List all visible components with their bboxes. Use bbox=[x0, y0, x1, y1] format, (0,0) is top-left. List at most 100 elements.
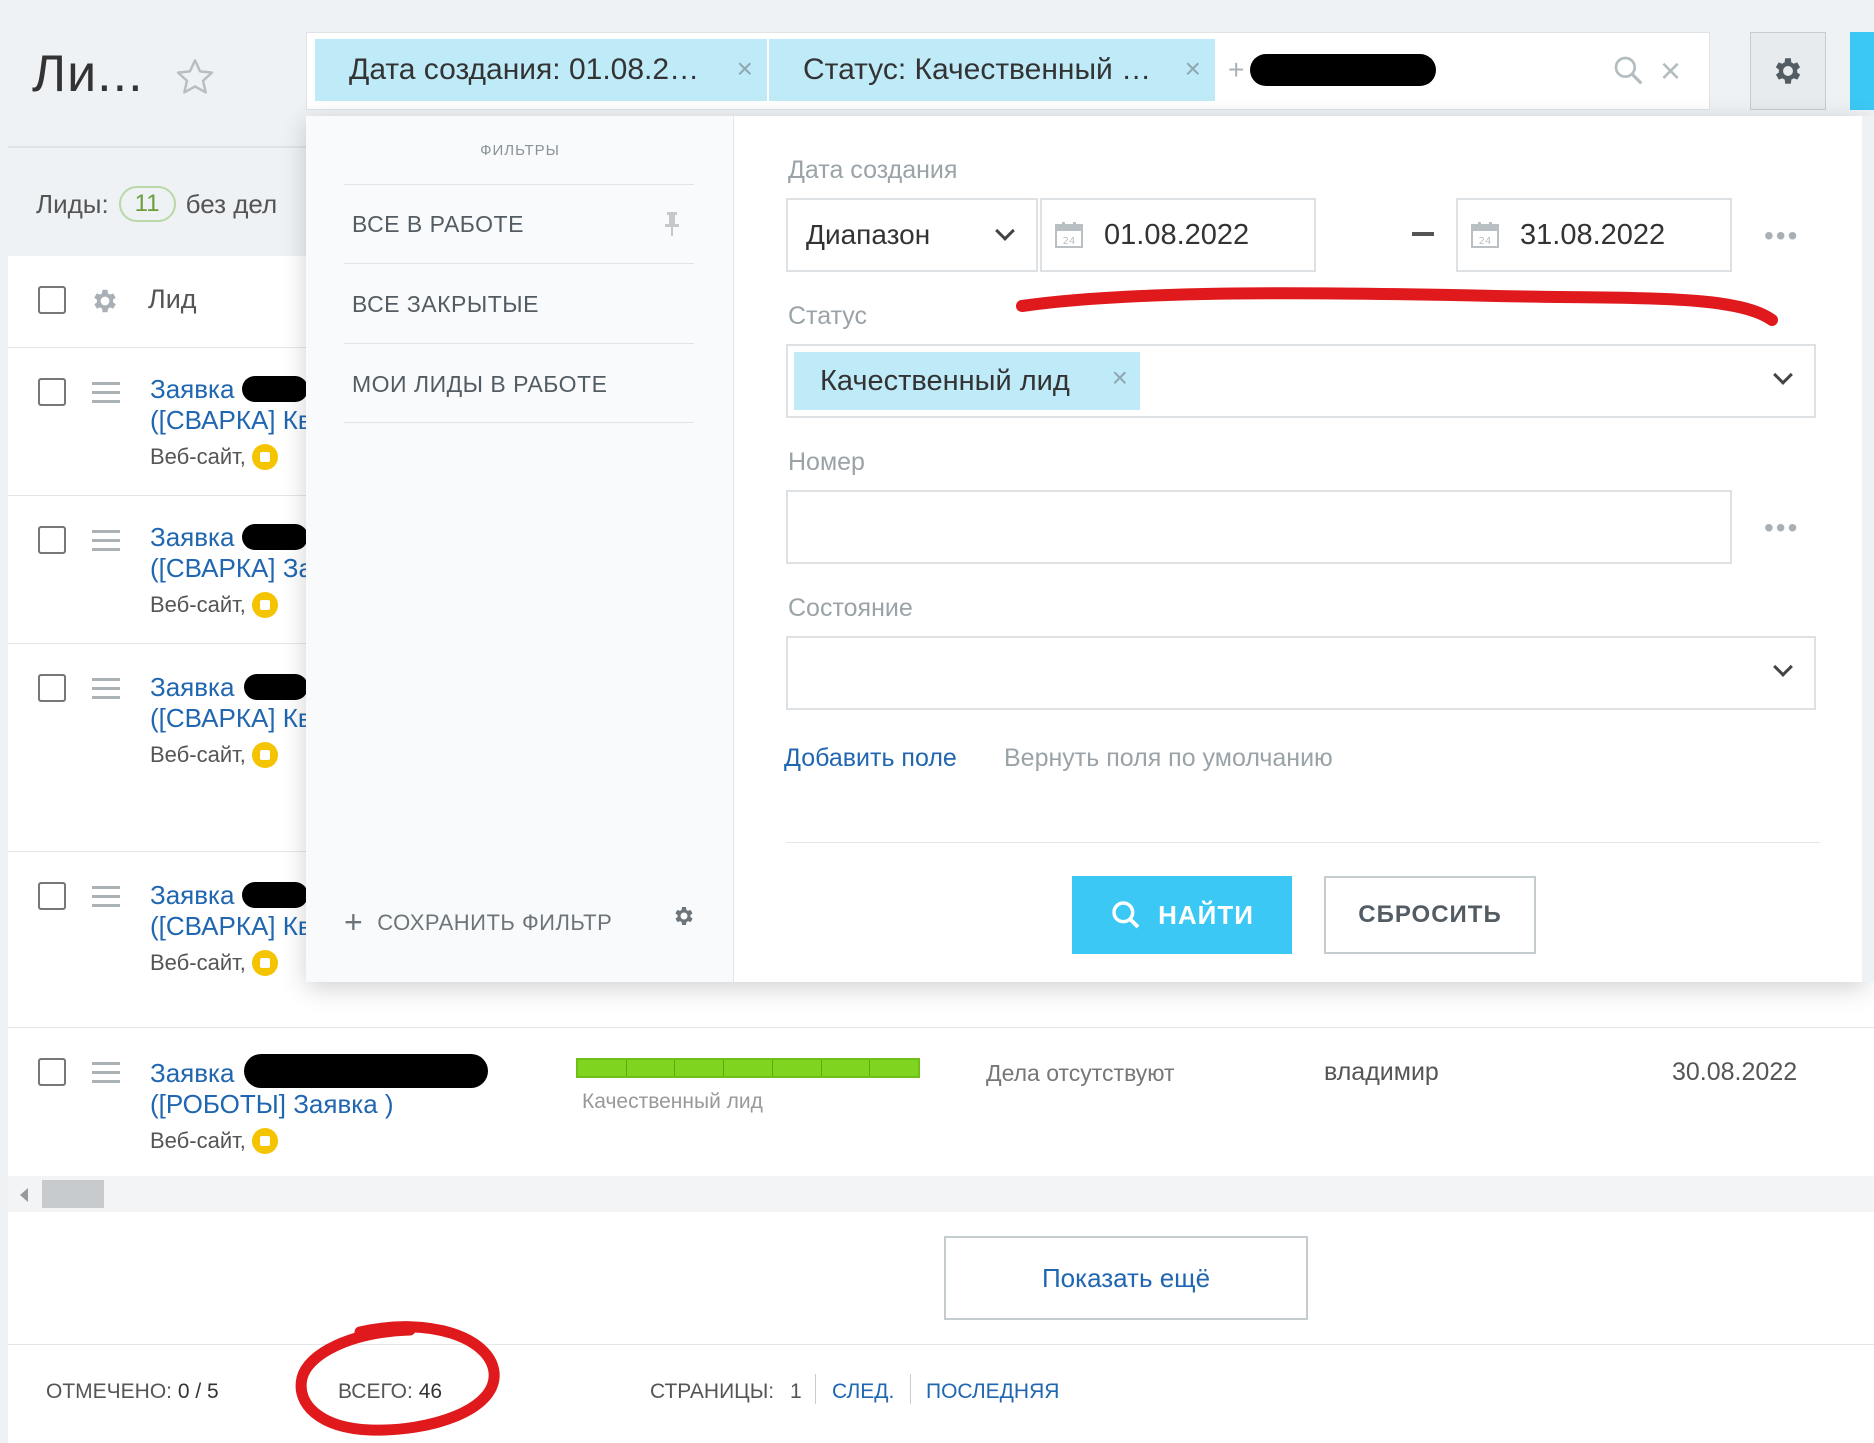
save-filter-button[interactable]: + СОХРАНИТЬ ФИЛЬТР bbox=[344, 904, 612, 941]
more-options-icon[interactable]: ••• bbox=[1764, 512, 1799, 544]
redacted-mark bbox=[244, 674, 308, 700]
row-checkbox[interactable] bbox=[38, 674, 66, 702]
scroll-left-icon[interactable] bbox=[20, 1188, 28, 1202]
pager-separator bbox=[815, 1374, 816, 1404]
calendar-icon[interactable]: 24 bbox=[1470, 221, 1500, 249]
state-select[interactable] bbox=[786, 636, 1816, 710]
add-button-edge[interactable] bbox=[1850, 32, 1874, 110]
state-label: Состояние bbox=[788, 594, 913, 622]
selected-label: ОТМЕЧЕНО: bbox=[46, 1380, 172, 1403]
filter-chip-status[interactable]: Статус: Качественный … × bbox=[769, 39, 1215, 101]
date-from-input[interactable]: 24 01.08.2022 bbox=[1040, 198, 1316, 272]
preset-all-closed[interactable]: ВСЕ ЗАКРЫТЫЕ bbox=[352, 291, 539, 318]
filter-search-bar[interactable]: Дата создания: 01.08.2… × Статус: Качест… bbox=[306, 32, 1710, 110]
calendar-icon[interactable]: 24 bbox=[1054, 221, 1084, 249]
lead-source: Веб-сайт, bbox=[150, 950, 278, 976]
lead-title-line2[interactable]: ([СВАРКА] За bbox=[150, 553, 313, 584]
remove-status-icon[interactable]: × bbox=[1112, 362, 1128, 394]
row-checkbox[interactable] bbox=[38, 526, 66, 554]
date-from-value: 01.08.2022 bbox=[1104, 218, 1250, 251]
leads-summary-label: Лиды: bbox=[36, 188, 109, 219]
filter-chip-date[interactable]: Дата создания: 01.08.2… × bbox=[315, 39, 767, 101]
lead-title-line2[interactable]: ([СВАРКА] Кв bbox=[150, 703, 312, 734]
deals-status[interactable]: Дела отсутствуют bbox=[986, 1060, 1175, 1087]
stage-progress-bar[interactable] bbox=[576, 1058, 920, 1078]
filter-presets-panel bbox=[306, 116, 734, 982]
drag-handle-icon[interactable] bbox=[92, 678, 120, 705]
status-chip-label: Качественный лид bbox=[820, 364, 1070, 397]
leads-summary-suffix[interactable]: без дел bbox=[186, 189, 278, 220]
drag-handle-icon[interactable] bbox=[92, 382, 120, 409]
source-badge-icon bbox=[251, 950, 278, 976]
show-more-button[interactable]: Показать ещё bbox=[944, 1236, 1308, 1320]
column-header-lead[interactable]: Лид bbox=[148, 284, 197, 315]
lead-source-label: Веб-сайт, bbox=[150, 950, 246, 975]
preset-all-in-progress[interactable]: ВСЕ В РАБОТЕ bbox=[352, 211, 524, 238]
settings-button[interactable] bbox=[1750, 32, 1826, 110]
find-button[interactable]: НАЙТИ bbox=[1072, 876, 1292, 954]
selected-value: 0 / 5 bbox=[177, 1380, 219, 1403]
range-dash bbox=[1412, 232, 1434, 236]
last-page-link[interactable]: ПОСЛЕДНЯЯ bbox=[926, 1380, 1059, 1404]
lead-source: Веб-сайт, bbox=[150, 444, 278, 470]
reset-button[interactable]: СБРОСИТЬ bbox=[1324, 876, 1536, 954]
leads-summary: Лиды: 11 без дел bbox=[36, 186, 277, 222]
row-checkbox[interactable] bbox=[38, 378, 66, 406]
select-all-checkbox[interactable] bbox=[38, 286, 66, 314]
search-icon[interactable] bbox=[1612, 54, 1644, 86]
drag-handle-icon[interactable] bbox=[92, 1062, 120, 1089]
show-more-area bbox=[8, 1212, 1874, 1344]
reset-fields-link[interactable]: Вернуть поля по умолчанию bbox=[1004, 744, 1333, 773]
preset-divider bbox=[344, 422, 694, 423]
add-filter-icon[interactable]: + bbox=[1228, 54, 1244, 86]
number-input[interactable] bbox=[786, 490, 1732, 564]
status-chip[interactable]: Качественный лид × bbox=[794, 352, 1140, 410]
source-badge-icon bbox=[251, 592, 278, 618]
remove-chip-icon[interactable]: × bbox=[737, 53, 753, 85]
lead-source-label: Веб-сайт, bbox=[150, 444, 246, 469]
row-checkbox[interactable] bbox=[38, 1058, 66, 1086]
current-page: 1 bbox=[790, 1380, 802, 1403]
date-to-value: 31.08.2022 bbox=[1520, 218, 1666, 251]
date-to-input[interactable]: 24 31.08.2022 bbox=[1456, 198, 1732, 272]
lead-source-label: Веб-сайт, bbox=[150, 742, 246, 767]
responsible-user[interactable]: владимир bbox=[1324, 1058, 1439, 1087]
clear-search-icon[interactable]: × bbox=[1660, 50, 1681, 92]
source-badge-icon bbox=[251, 1128, 278, 1154]
row-checkbox[interactable] bbox=[38, 882, 66, 910]
find-button-label: НАЙТИ bbox=[1158, 899, 1254, 930]
column-settings-gear-icon[interactable] bbox=[90, 286, 120, 316]
remove-chip-icon[interactable]: × bbox=[1185, 53, 1201, 85]
preset-divider bbox=[344, 343, 694, 344]
leads-count-badge[interactable]: 11 bbox=[118, 186, 176, 222]
drag-handle-icon[interactable] bbox=[92, 886, 120, 913]
lead-title-line2[interactable]: ([РОБОТЫ] Заявка ) bbox=[150, 1089, 394, 1120]
calendar-icon-day: 24 bbox=[1479, 236, 1492, 247]
table-row[interactable]: Заявка ([РОБОТЫ] Заявка ) Веб-сайт, bbox=[8, 1028, 1874, 1176]
date-range-value: Диапазон bbox=[806, 219, 931, 250]
preset-settings-gear-icon[interactable] bbox=[672, 904, 696, 928]
drag-handle-icon[interactable] bbox=[92, 530, 120, 557]
redacted-mark bbox=[244, 1054, 488, 1088]
date-range-select[interactable]: Диапазон bbox=[786, 198, 1038, 272]
lead-title-line2[interactable]: ([СВАРКА] Кв bbox=[150, 405, 312, 436]
save-filter-label: СОХРАНИТЬ ФИЛЬТР bbox=[377, 909, 613, 935]
pin-icon[interactable] bbox=[662, 210, 682, 238]
lead-source: Веб-сайт, bbox=[150, 592, 278, 618]
selected-counter: ОТМЕЧЕНО: 0 / 5 bbox=[46, 1380, 219, 1404]
more-options-icon[interactable]: ••• bbox=[1764, 220, 1799, 252]
gear-icon bbox=[1775, 58, 1801, 84]
redacted-mark bbox=[242, 376, 308, 402]
lead-source-label: Веб-сайт, bbox=[150, 592, 246, 617]
star-icon[interactable] bbox=[174, 56, 216, 98]
lead-title-line2[interactable]: ([СВАРКА] Кв bbox=[150, 911, 312, 942]
chevron-down-icon bbox=[1773, 657, 1793, 677]
preset-my-leads[interactable]: МОИ ЛИДЫ В РАБОТЕ bbox=[352, 371, 607, 398]
next-page-link[interactable]: СЛЕД. bbox=[832, 1380, 894, 1404]
page-title: Ли... bbox=[32, 45, 144, 103]
horizontal-scrollbar[interactable] bbox=[8, 1176, 1874, 1212]
stage-label: Качественный лид bbox=[582, 1090, 763, 1113]
search-icon bbox=[1112, 901, 1140, 929]
add-field-link[interactable]: Добавить поле bbox=[784, 744, 957, 773]
scrollbar-thumb[interactable] bbox=[42, 1180, 104, 1208]
